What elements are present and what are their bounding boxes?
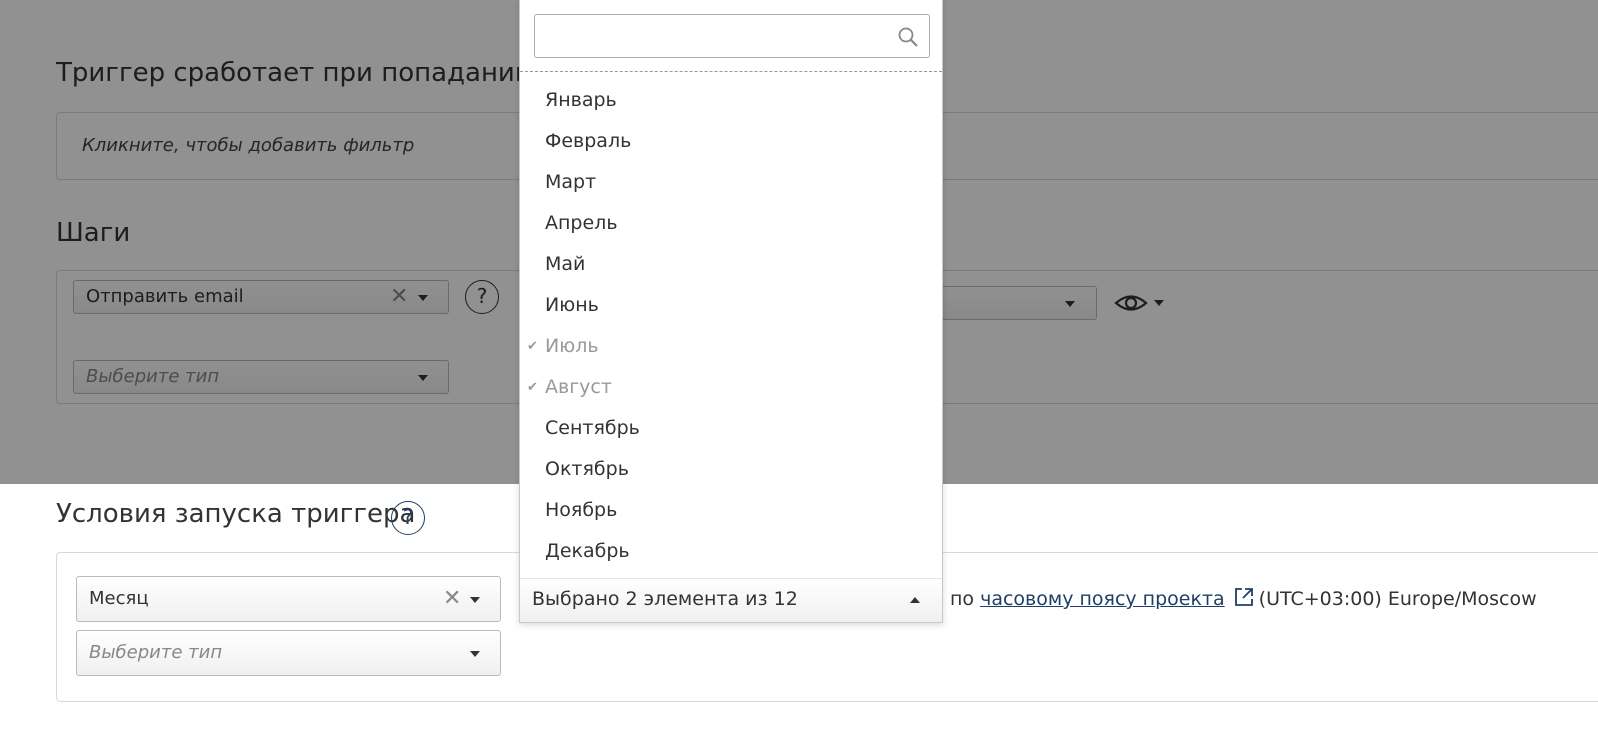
timezone-prefix: по [950,588,975,610]
month-option-list: Январь Февраль Март Апрель Май Июнь ✔ Июль ✔ Авгу… [520,80,942,572]
month-option[interactable]: Октябрь [520,449,942,490]
month-option[interactable]: Декабрь [520,531,942,572]
condition-type-placeholder: Выберите тип [89,642,223,663]
month-option-label: Ноябрь [545,499,618,521]
timezone-settings-link[interactable]: часовому поясу проекта [980,588,1225,610]
month-option[interactable]: Май [520,244,942,285]
month-search-input[interactable] [535,15,885,57]
month-select-toggle[interactable]: Выбрано 2 элемента из 12 [520,578,942,622]
month-option[interactable]: Апрель [520,203,942,244]
conditions-help-button[interactable]: ? [391,501,425,535]
month-search-box[interactable] [534,14,930,58]
dropdown-separator [520,71,942,72]
month-option[interactable]: Январь [520,80,942,121]
month-option[interactable]: ✔ Август [520,367,942,408]
trigger-conditions-title: Условия запуска триггера [56,499,416,529]
month-option-label: Октябрь [545,458,629,480]
page: Триггер сработает при попадании п Кликни… [0,0,1598,741]
month-option-label: Сентябрь [545,417,640,439]
month-option[interactable]: Сентябрь [520,408,942,449]
month-option-label: Март [545,171,597,193]
month-option-label: Январь [545,89,617,111]
clear-icon[interactable]: ✕ [443,586,461,611]
month-option-label: Февраль [545,130,632,152]
timezone-info: по часовому поясу проекта (UTC+03:00) Eu… [950,586,1537,610]
external-link-icon[interactable] [1233,586,1255,608]
month-option-label: Июль [545,335,599,357]
chevron-up-icon [910,597,920,603]
month-option[interactable]: Июнь [520,285,942,326]
search-icon [898,27,918,47]
month-dropdown: Январь Февраль Март Апрель Май Июнь ✔ Июль ✔ Авгу… [519,0,943,623]
chevron-down-icon [470,597,480,603]
period-select[interactable]: Месяц ✕ [76,576,501,622]
month-selection-summary: Выбрано 2 элемента из 12 [532,588,798,610]
month-option[interactable]: Ноябрь [520,490,942,531]
month-option-label: Май [545,253,586,275]
month-option-label: Декабрь [545,540,630,562]
period-value: Месяц [89,588,149,609]
month-option[interactable]: Март [520,162,942,203]
month-option[interactable]: Февраль [520,121,942,162]
timezone-value: (UTC+03:00) Europe/Moscow [1258,588,1537,610]
checkmark-icon: ✔ [527,339,538,354]
month-option-label: Июнь [545,294,599,316]
condition-type-select[interactable]: Выберите тип [76,630,501,676]
checkmark-icon: ✔ [527,380,538,395]
chevron-down-icon [470,651,480,657]
month-option[interactable]: ✔ Июль [520,326,942,367]
month-option-label: Апрель [545,212,618,234]
month-option-label: Август [545,376,612,398]
